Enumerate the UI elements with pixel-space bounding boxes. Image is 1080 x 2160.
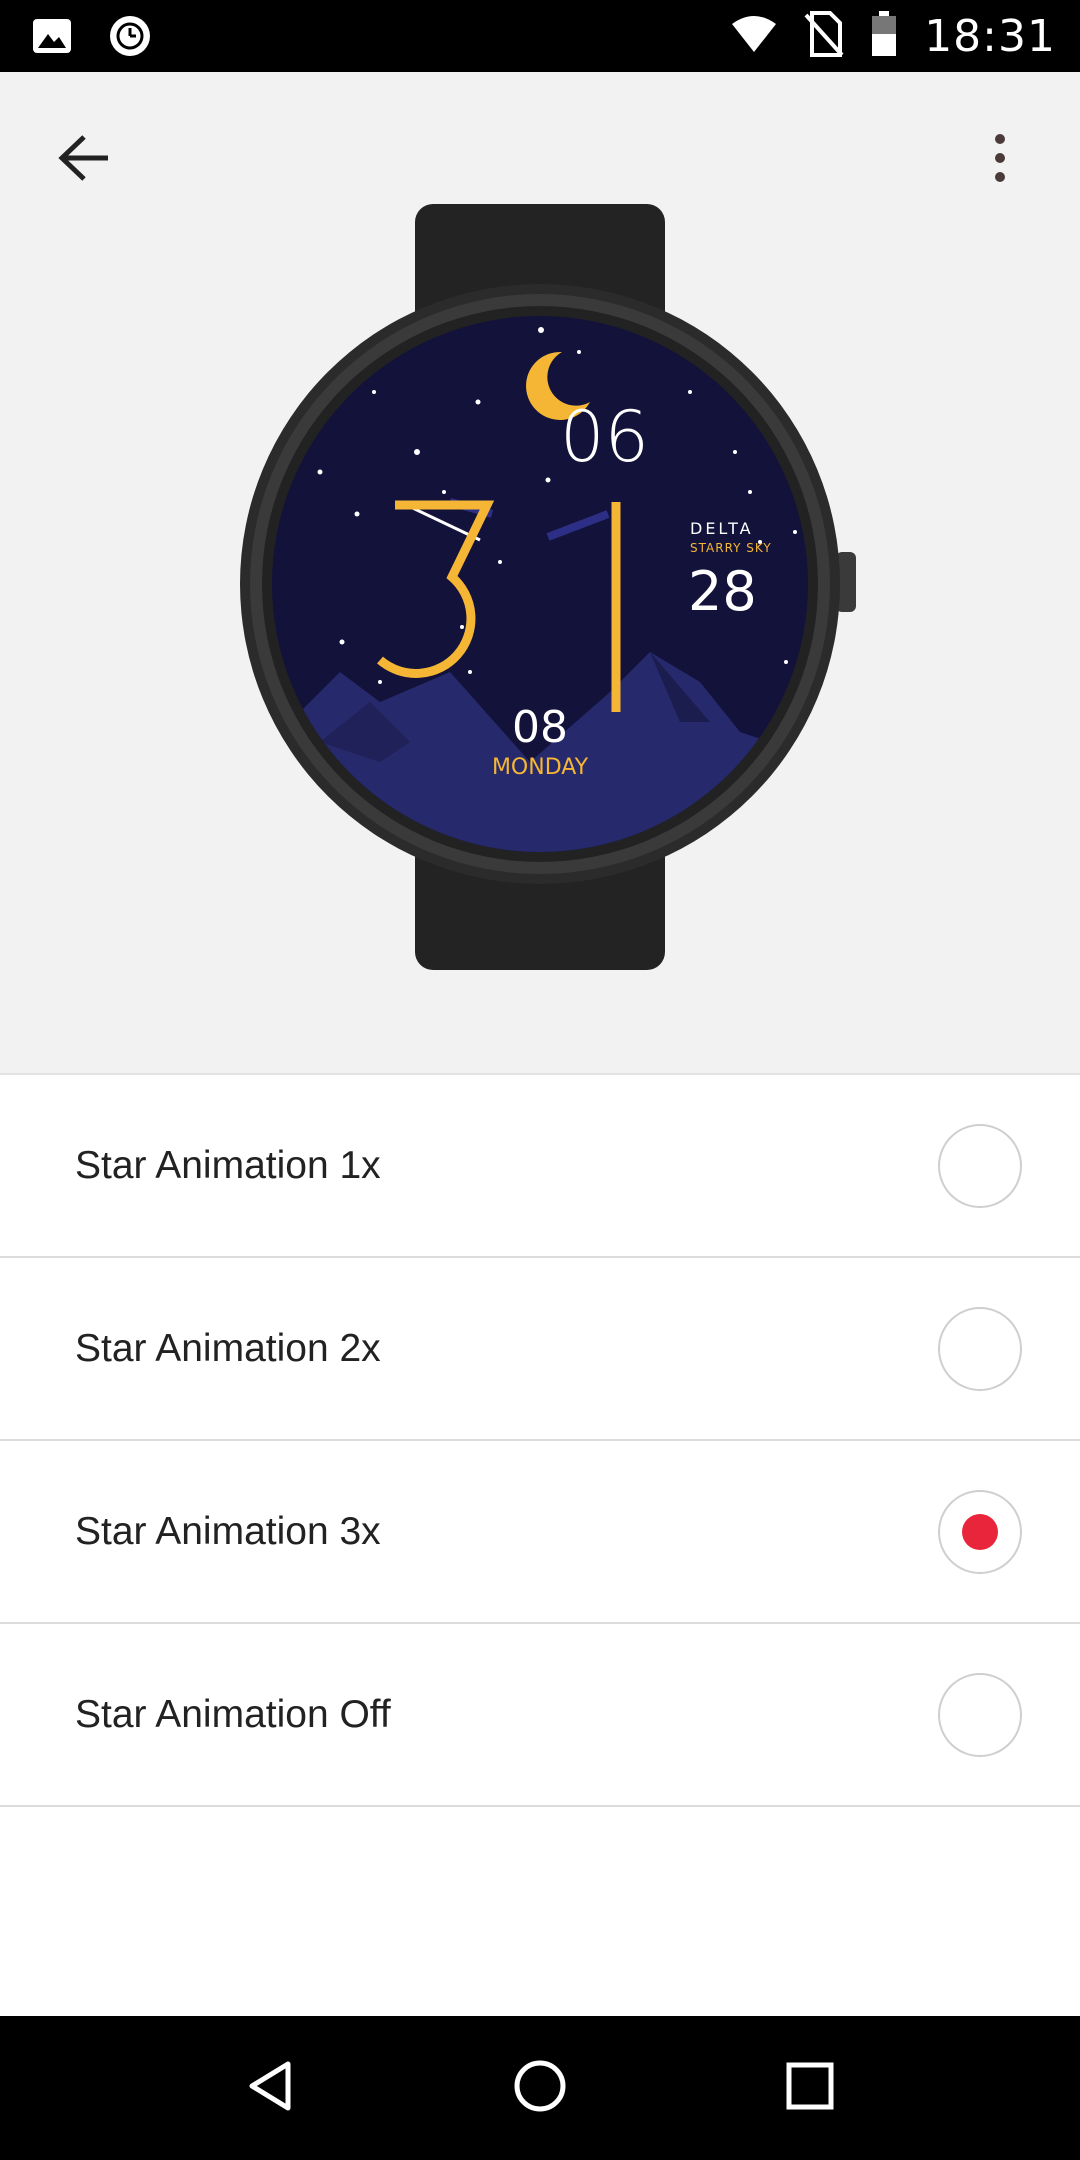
- image-icon: [32, 18, 72, 59]
- watch-brand: DELTA: [690, 519, 754, 538]
- more-options-button[interactable]: [960, 120, 1040, 200]
- navigation-bar: [0, 2016, 1080, 2160]
- watch-day-number: 08: [512, 702, 568, 753]
- star-animation-options: Star Animation 1x Star Animation 2x Star…: [0, 1075, 1080, 1807]
- watch-side-number: 28: [688, 560, 757, 623]
- back-button[interactable]: [44, 120, 124, 200]
- option-label: Star Animation 1x: [75, 1143, 381, 1187]
- watch-weekday: MONDAY: [492, 755, 589, 780]
- option-star-animation-1x[interactable]: Star Animation 1x: [0, 1075, 1080, 1258]
- nav-back-button[interactable]: [230, 2048, 310, 2128]
- radio-button[interactable]: [938, 1672, 1022, 1757]
- nav-recents-button[interactable]: [770, 2048, 850, 2128]
- watch-top-number: 06: [560, 396, 649, 478]
- nav-home-button[interactable]: [500, 2048, 580, 2128]
- radio-button-selected[interactable]: [938, 1489, 1022, 1574]
- option-label: Star Animation 3x: [75, 1509, 381, 1553]
- watch-face-preview: 06 DELTA STARRY SKY 28 08 MONDAY: [230, 202, 870, 972]
- option-star-animation-3x[interactable]: Star Animation 3x: [0, 1441, 1080, 1624]
- radio-button[interactable]: [938, 1306, 1022, 1391]
- watch-preview-area: 06 DELTA STARRY SKY 28 08 MONDAY: [0, 72, 1080, 1075]
- battery-icon: [870, 10, 898, 63]
- status-bar: 18:31: [0, 0, 1080, 72]
- option-label: Star Animation 2x: [75, 1326, 381, 1370]
- back-triangle-icon: [246, 2060, 294, 2117]
- more-vertical-icon: [993, 133, 1007, 188]
- home-circle-icon: [512, 2058, 568, 2119]
- radio-button[interactable]: [938, 1123, 1022, 1208]
- arrow-left-icon: [56, 133, 112, 188]
- option-star-animation-2x[interactable]: Star Animation 2x: [0, 1258, 1080, 1441]
- clock-badge-icon: [108, 14, 152, 63]
- status-time: 18:31: [924, 11, 1056, 62]
- watch-subtitle: STARRY SKY: [690, 541, 772, 555]
- wifi-icon: [730, 14, 778, 59]
- option-star-animation-off[interactable]: Star Animation Off: [0, 1624, 1080, 1807]
- recents-square-icon: [785, 2061, 835, 2116]
- no-sim-icon: [804, 11, 844, 62]
- option-label: Star Animation Off: [75, 1692, 391, 1736]
